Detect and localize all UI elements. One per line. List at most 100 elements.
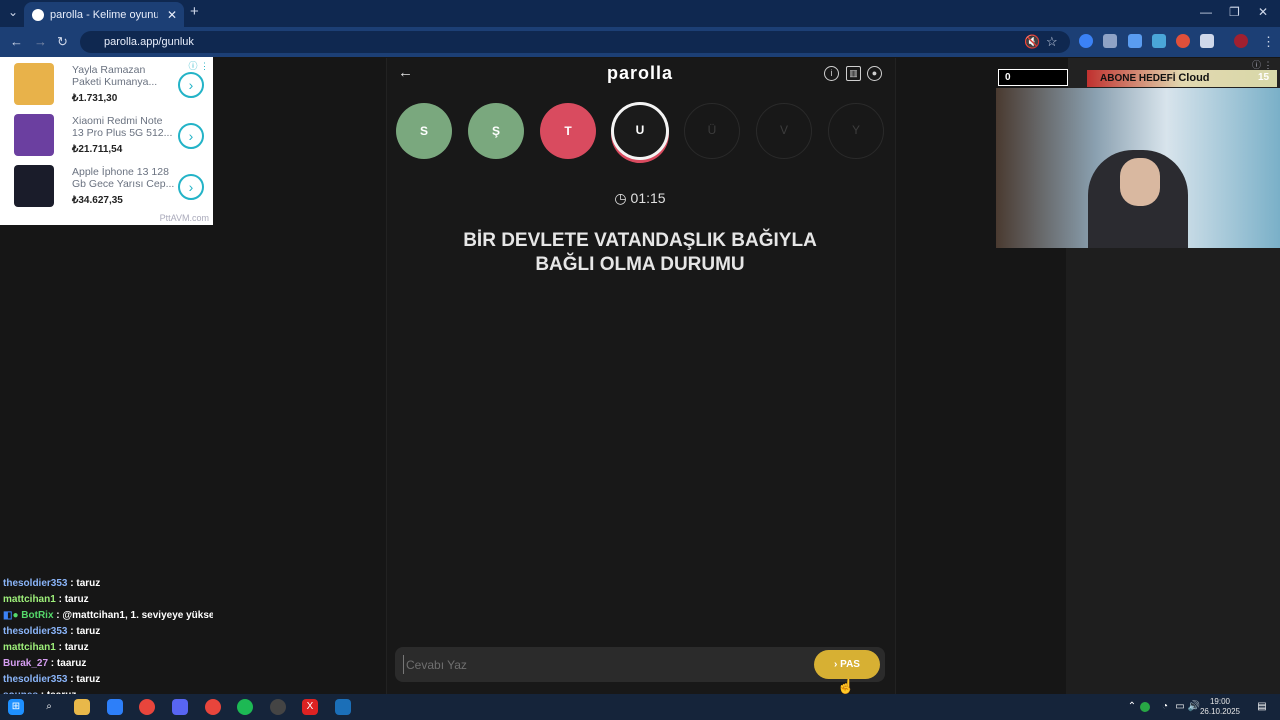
discord-icon[interactable]	[172, 699, 188, 715]
chat-user: mattcihan1	[3, 642, 56, 653]
chat-message: Burak_27 : taaruz	[3, 658, 87, 669]
chat-text: @mattcihan1, 1. seviyeye yükseldin	[62, 610, 213, 621]
chrome-icon[interactable]	[139, 699, 155, 715]
pass-button[interactable]: › PAS	[814, 650, 880, 679]
chat-user: Burak_27	[3, 658, 49, 669]
menu-kebab-icon[interactable]: ⋮	[1262, 34, 1275, 50]
letter-circle: Ü	[684, 103, 740, 159]
minimize-button[interactable]: —	[1200, 5, 1212, 19]
extension-icon[interactable]	[1128, 34, 1142, 48]
product-price: ₺34.627,35	[72, 195, 123, 206]
file-explorer-icon[interactable]	[74, 699, 90, 715]
stats-chart-icon[interactable]: ▥	[846, 66, 861, 81]
app-logo: parolla	[606, 63, 674, 83]
extension-icon[interactable]	[1079, 34, 1093, 48]
letter-circle: T	[540, 103, 596, 159]
product-image	[14, 63, 54, 105]
chat-message: thesoldier353 : taruz	[3, 626, 101, 637]
spotify-icon[interactable]	[237, 699, 253, 715]
letter-circle-active: U	[611, 102, 669, 160]
clock-date: 26.10.2025	[1199, 707, 1241, 716]
product-name: Xiaomi Redmi Note 13 Pro Plus 5G 512...	[72, 115, 173, 139]
app-x-icon[interactable]: X	[302, 699, 318, 715]
letter-circle: S	[396, 103, 452, 159]
profile-avatar[interactable]	[1234, 34, 1248, 48]
steam-tray-icon[interactable]: ◔	[1157, 699, 1173, 715]
answer-input[interactable]	[403, 655, 803, 674]
product-image	[14, 165, 54, 207]
window-close-button[interactable]: ✕	[1258, 5, 1268, 19]
extension-icon[interactable]	[1176, 34, 1190, 48]
chevron-up-icon[interactable]: ⌃	[1124, 699, 1140, 715]
clock-time: 19:00	[1209, 697, 1231, 706]
system-clock[interactable]: 19:00 26.10.2025	[1198, 697, 1242, 717]
restore-button[interactable]: ❐	[1229, 5, 1240, 19]
windows-start-icon[interactable]: ⊞	[8, 699, 24, 715]
stream-counter: 0	[998, 69, 1068, 86]
puzzle-icon[interactable]	[1200, 34, 1214, 48]
chat-text: taruz	[76, 626, 101, 637]
extension-icon[interactable]	[1103, 34, 1117, 48]
chrome-active-icon[interactable]	[205, 699, 221, 715]
answer-bar: › PAS	[395, 647, 885, 682]
tab-close-icon[interactable]: ✕	[164, 8, 180, 22]
chat-user: thesoldier353	[3, 674, 68, 685]
chat-message: mattcihan1 : taruz	[3, 594, 89, 605]
clock-icon: ◷	[614, 190, 627, 206]
side-background	[1066, 248, 1280, 694]
ad-item[interactable]: Apple İphone 13 128 Gb Gece Yarısı Cep..…	[0, 161, 213, 212]
chevron-right-icon[interactable]: ›	[178, 123, 204, 149]
chat-user: mattcihan1	[3, 594, 56, 605]
chat-message: thesoldier353 : taruz	[3, 578, 101, 589]
letter-circle: Y	[828, 103, 884, 159]
webcam-face	[1120, 158, 1160, 206]
product-name: Yayla Ramazan Paketi Kumanya...	[72, 64, 158, 88]
reload-icon[interactable]: ↻	[57, 34, 68, 50]
chat-user: thesoldier353	[3, 626, 68, 637]
chat-text: taruz	[76, 674, 101, 685]
ad-item[interactable]: Yayla Ramazan Paketi Kumanya... ₺1.731,3…	[0, 59, 213, 110]
url-text: parolla.app/gunluk	[104, 36, 194, 48]
search-icon[interactable]: ⌕	[41, 699, 57, 715]
goal-brand: Cloud	[1178, 72, 1210, 84]
status-icon[interactable]	[1140, 702, 1150, 712]
obs-icon[interactable]	[270, 699, 286, 715]
tab-search-icon[interactable]: ⌄	[8, 5, 18, 19]
chevron-right-icon[interactable]: ›	[178, 174, 204, 200]
parolla-favicon-icon	[32, 8, 44, 21]
chevron-right-icon: ›	[834, 659, 838, 670]
user-profile-icon[interactable]: ●	[867, 66, 882, 81]
chat-message: thesoldier353 : taruz	[3, 674, 101, 685]
ad-info-icon[interactable]: ⓘ ⋮	[1252, 58, 1273, 71]
new-tab-button[interactable]: +	[190, 3, 199, 20]
translate-icon[interactable]	[1152, 34, 1166, 48]
question-line: BİR DEVLETE VATANDAŞLIK BAĞIYLA	[463, 230, 817, 251]
back-arrow-icon[interactable]: ←	[10, 34, 23, 49]
ad-source[interactable]: PttAVM.com	[160, 213, 209, 223]
timer-value: 01:15	[630, 190, 666, 206]
timer: ◷ 01:15	[580, 190, 700, 207]
taskbar	[0, 694, 1280, 720]
letter-circle: Ş	[468, 103, 524, 159]
pass-label: PAS	[840, 659, 860, 670]
goal-count: 15	[1258, 72, 1270, 83]
mouse-pointer-icon: ☝	[837, 678, 855, 694]
chevron-right-icon[interactable]: ›	[178, 72, 204, 98]
notifications-icon[interactable]: ▤	[1254, 699, 1270, 715]
browser-tab[interactable]: parolla - Kelime oyunu. Günlük ✕	[24, 2, 184, 27]
product-price: ₺21.711,54	[72, 144, 123, 155]
steam-icon[interactable]	[335, 699, 351, 715]
chat-user: BotRix	[21, 610, 54, 621]
copilot-icon[interactable]	[107, 699, 123, 715]
forward-arrow-icon[interactable]: →	[34, 34, 47, 49]
chat-text: taruz	[64, 594, 89, 605]
mute-icon[interactable]: 🔇	[1024, 34, 1040, 50]
bookmark-star-icon[interactable]: ☆	[1046, 34, 1058, 50]
ad-item[interactable]: Xiaomi Redmi Note 13 Pro Plus 5G 512... …	[0, 110, 213, 161]
question-line: BAĞLI OLMA DURUMU	[535, 254, 745, 275]
chat-text: taruz	[64, 642, 89, 653]
url-field[interactable]: parolla.app/gunluk	[80, 31, 1070, 53]
back-arrow-icon[interactable]: ←	[398, 64, 413, 81]
info-icon[interactable]: i	[824, 66, 839, 81]
chat-text: taaruz	[56, 658, 87, 669]
